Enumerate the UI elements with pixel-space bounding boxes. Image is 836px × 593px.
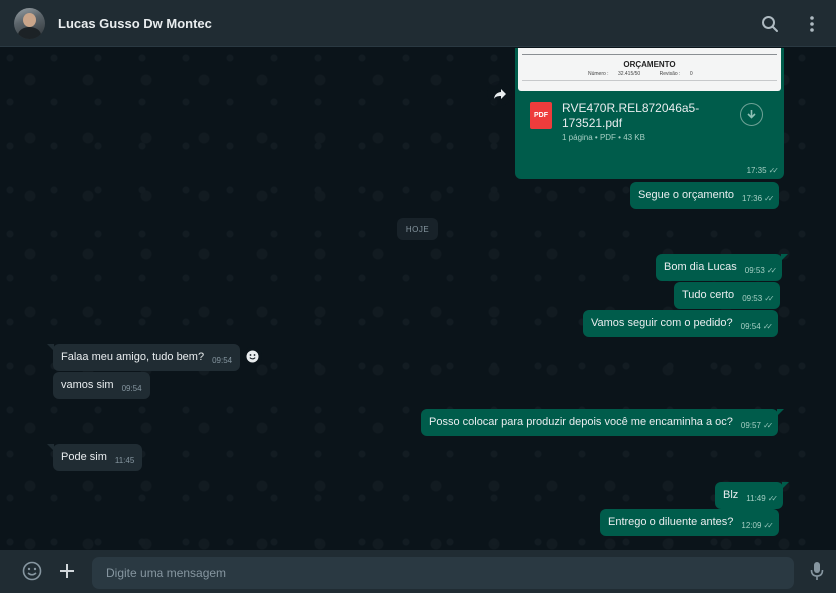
document-preview[interactable]: ORÇAMENTO Número : 32.415/50 Revisão : 0: [518, 48, 781, 91]
date-divider: HOJE: [397, 218, 438, 240]
microphone-icon[interactable]: [805, 559, 829, 583]
file-message[interactable]: ORÇAMENTO Número : 32.415/50 Revisão : 0…: [515, 48, 784, 179]
message-input[interactable]: [92, 557, 794, 589]
menu-icon[interactable]: [800, 12, 824, 36]
message-bubble[interactable]: vamos sim 09:54: [53, 372, 150, 399]
search-icon[interactable]: [758, 12, 782, 36]
pdf-icon: PDF: [530, 102, 552, 129]
preview-title: ORÇAMENTO: [623, 60, 676, 69]
contact-name[interactable]: Lucas Gusso Dw Montec: [58, 16, 212, 31]
message-bubble[interactable]: Vamos seguir com o pedido? 09:54 ✓✓: [583, 310, 779, 337]
message-bubble[interactable]: Pode sim 11:45: [46, 444, 143, 471]
message-bubble[interactable]: Blz 11:49 ✓✓: [715, 482, 790, 509]
file-name[interactable]: RVE470R.REL872046a5-173521.pdf: [562, 101, 722, 131]
file-info: 1 página • PDF • 43 KB: [562, 133, 645, 142]
contact-avatar[interactable]: [14, 7, 45, 39]
emoji-icon[interactable]: [20, 559, 44, 583]
message-bubble[interactable]: Falaa meu amigo, tudo bem? 09:54: [46, 344, 241, 371]
preview-subtitle: Número : 32.415/50 Revisão : 0: [588, 71, 693, 77]
chat-area[interactable]: ORÇAMENTO Número : 32.415/50 Revisão : 0…: [0, 48, 836, 550]
message-bubble[interactable]: Tudo certo 09:53 ✓✓: [674, 282, 780, 309]
download-icon[interactable]: [740, 103, 763, 126]
message-time: 17:35 ✓✓: [746, 166, 780, 175]
emoji-react-icon[interactable]: [243, 347, 262, 366]
message-bubble[interactable]: Segue o orçamento 17:36 ✓✓: [630, 182, 780, 209]
message-bubble[interactable]: Bom dia Lucas 09:53 ✓✓: [656, 254, 789, 281]
attach-plus-icon[interactable]: [55, 559, 79, 583]
composer: [0, 550, 836, 593]
message-bubble[interactable]: Entrego o diluente antes? 12:09 ✓✓: [600, 509, 779, 536]
chat-header: Lucas Gusso Dw Montec: [0, 0, 836, 47]
forward-icon[interactable]: [487, 81, 512, 106]
message-bubble[interactable]: Posso colocar para produzir depois você …: [421, 409, 785, 436]
